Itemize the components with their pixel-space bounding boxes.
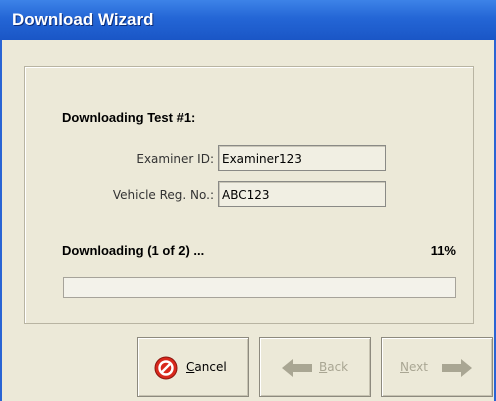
cancel-button[interactable]: Cancel — [137, 337, 249, 397]
download-heading: Downloading Test #1: — [62, 110, 196, 125]
stop-icon — [154, 356, 178, 383]
title-bar[interactable]: Download Wizard — [0, 0, 496, 40]
next-label: Next — [400, 360, 428, 374]
window-title: Download Wizard — [12, 10, 154, 29]
download-progress-bar — [63, 277, 456, 298]
window-frame-left — [0, 40, 2, 401]
vehicle-reg-field[interactable]: ABC123 — [218, 181, 386, 207]
examiner-id-field[interactable]: Examiner123 — [218, 145, 386, 171]
arrow-left-icon — [282, 359, 312, 380]
download-panel: Downloading Test #1: Examiner ID: Examin… — [24, 66, 474, 324]
download-status-text: Downloading (1 of 2) ... — [62, 243, 205, 258]
examiner-id-label: Examiner ID: — [136, 152, 214, 166]
download-wizard-window: Download Wizard Downloading Test #1: Exa… — [0, 0, 496, 401]
arrow-right-icon — [442, 359, 472, 380]
back-button[interactable]: Back — [259, 337, 371, 397]
back-label: Back — [319, 360, 349, 374]
cancel-label: Cancel — [186, 360, 227, 374]
next-button[interactable]: Next — [381, 337, 493, 397]
download-percent: 11% — [430, 243, 456, 258]
vehicle-reg-label: Vehicle Reg. No.: — [112, 188, 214, 202]
